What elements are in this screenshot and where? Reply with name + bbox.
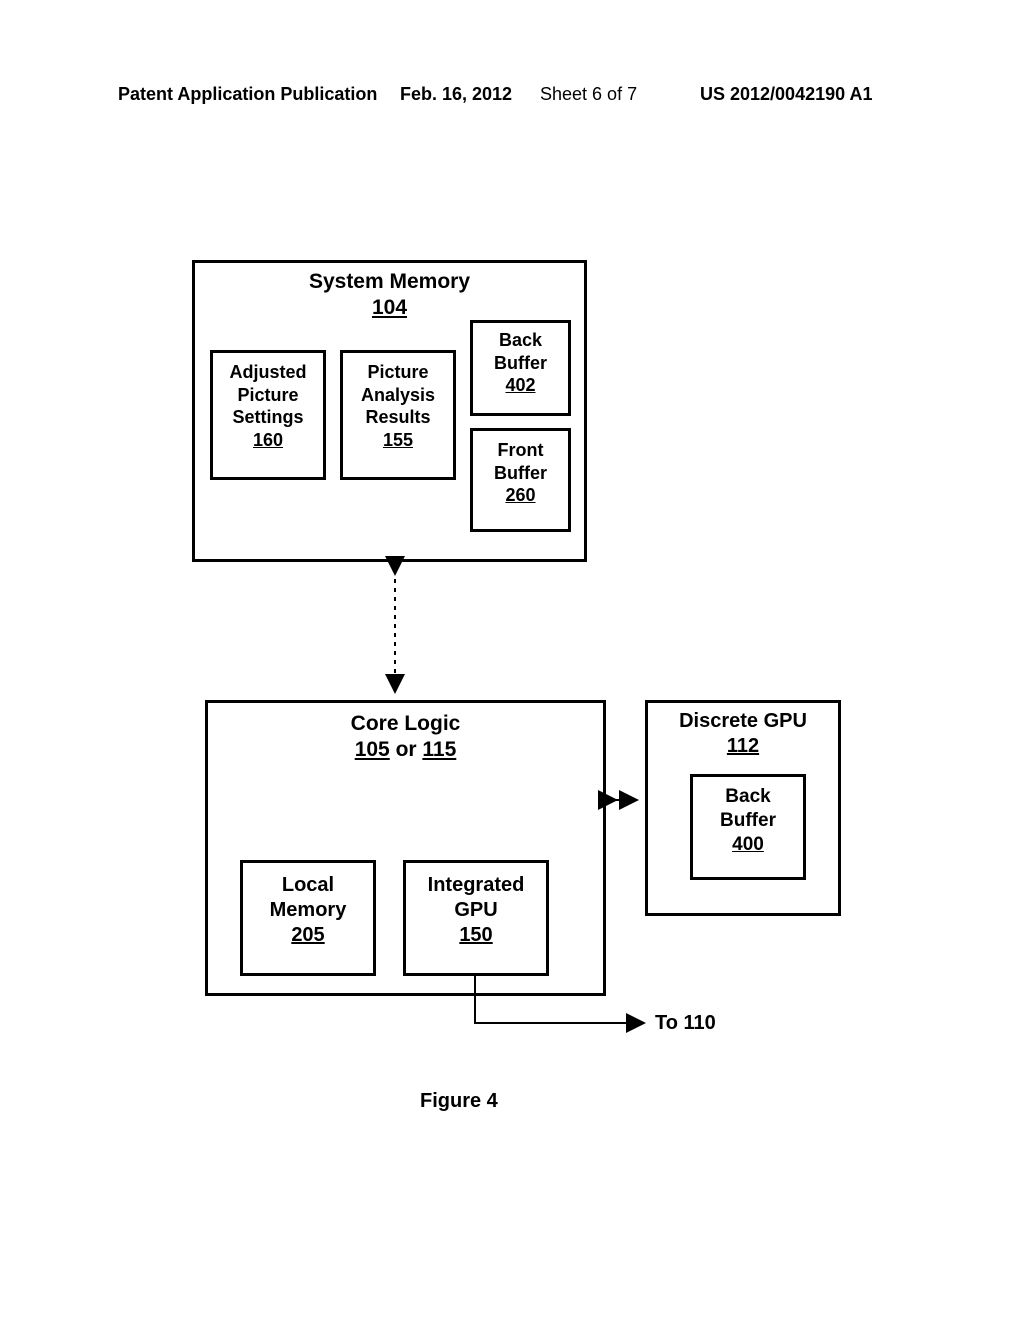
system-memory-ref: 104 <box>195 295 584 321</box>
front-buffer-260-box: Front Buffer 260 <box>470 428 571 532</box>
connectors <box>0 0 1024 1320</box>
system-memory-title: System Memory <box>195 269 584 295</box>
analysis-l3: Results <box>343 406 453 429</box>
back400-ref: 400 <box>693 833 803 857</box>
header-date: Feb. 16, 2012 <box>400 84 512 105</box>
adjusted-l3: Settings <box>213 406 323 429</box>
figure-caption: Figure 4 <box>420 1090 498 1113</box>
local-memory-box: Local Memory 205 <box>240 860 376 976</box>
igpu-ref: 150 <box>406 923 546 948</box>
core-title: Core Logic <box>208 711 603 737</box>
back-buffer-400-box: Back Buffer 400 <box>690 774 806 880</box>
dgpu-title: Discrete GPU <box>648 709 838 734</box>
page: Patent Application Publication Feb. 16, … <box>0 0 1024 1320</box>
back402-ref: 402 <box>473 374 568 397</box>
analysis-l1: Picture <box>343 361 453 384</box>
igpu-l2: GPU <box>406 898 546 923</box>
adjusted-l1: Adjusted <box>213 361 323 384</box>
picture-analysis-results-box: Picture Analysis Results 155 <box>340 350 456 480</box>
to-110-label: To 110 <box>655 1012 716 1035</box>
core-ref2: 115 <box>422 738 456 761</box>
integrated-gpu-box: Integrated GPU 150 <box>403 860 549 976</box>
analysis-ref: 155 <box>343 429 453 452</box>
core-ref-line: 105 or 115 <box>208 737 603 763</box>
back400-l2: Buffer <box>693 809 803 833</box>
front260-ref: 260 <box>473 484 568 507</box>
core-ref1: 105 <box>355 738 390 761</box>
back-buffer-402-box: Back Buffer 402 <box>470 320 571 416</box>
local-l1: Local <box>243 873 373 898</box>
back402-l2: Buffer <box>473 352 568 375</box>
back402-l1: Back <box>473 329 568 352</box>
front260-l1: Front <box>473 439 568 462</box>
adjusted-picture-settings-box: Adjusted Picture Settings 160 <box>210 350 326 480</box>
back400-l1: Back <box>693 785 803 809</box>
local-ref: 205 <box>243 923 373 948</box>
header-sheet: Sheet 6 of 7 <box>540 84 637 105</box>
igpu-l1: Integrated <box>406 873 546 898</box>
core-or: or <box>390 738 423 761</box>
header-number: US 2012/0042190 A1 <box>700 84 872 105</box>
adjusted-ref: 160 <box>213 429 323 452</box>
header-publication: Patent Application Publication <box>118 84 377 105</box>
local-l2: Memory <box>243 898 373 923</box>
dgpu-ref: 112 <box>648 734 838 759</box>
analysis-l2: Analysis <box>343 384 453 407</box>
front260-l2: Buffer <box>473 462 568 485</box>
adjusted-l2: Picture <box>213 384 323 407</box>
